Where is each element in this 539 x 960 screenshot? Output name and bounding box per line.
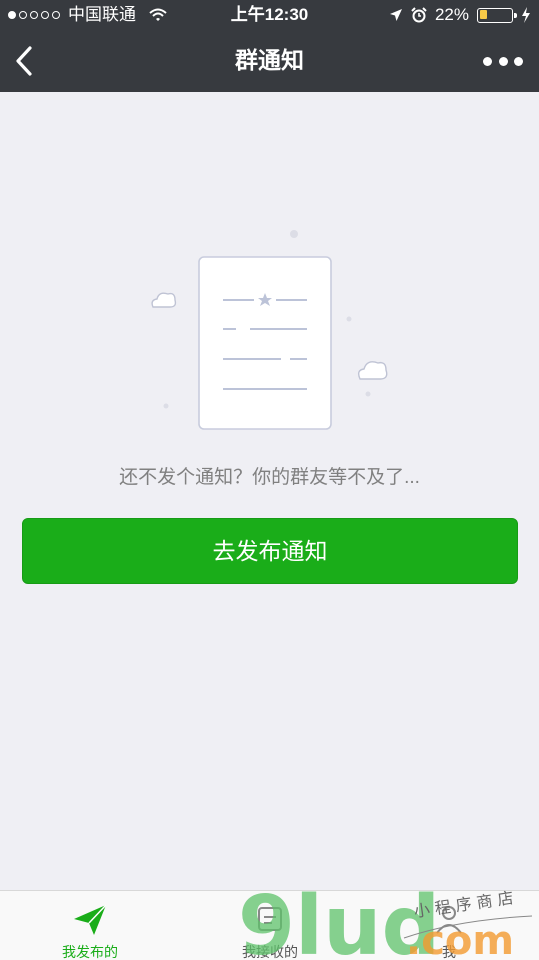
tab-published[interactable]: 我发布的 — [0, 891, 180, 960]
charging-bolt-icon — [522, 7, 530, 23]
person-icon — [436, 906, 462, 934]
top-bar: 中国联通 上午12:30 22% 群通知 — [0, 0, 539, 92]
inbox-icon — [258, 907, 282, 931]
tab-received[interactable]: 我接收的 — [180, 891, 360, 960]
nav-bar: 群通知 — [0, 30, 539, 92]
battery-level-fill — [479, 10, 487, 19]
page-title: 群通知 — [235, 47, 304, 73]
empty-state-message: 还不发个通知？你的群友等不及了... — [119, 467, 420, 488]
more-button[interactable] — [483, 50, 523, 72]
paper-plane-icon — [74, 904, 107, 935]
battery-percent: 22% — [434, 5, 469, 24]
document-with-star-icon — [151, 230, 388, 430]
publish-notice-button[interactable]: 去发布通知 — [22, 518, 518, 584]
tab-bar: 我发布的 我接收的 我 — [0, 890, 539, 960]
more-dots-icon — [483, 56, 492, 66]
tab-label: 我发布的 — [62, 944, 118, 960]
battery-icon — [477, 7, 517, 23]
cloud-right-icon — [357, 361, 388, 380]
location-arrow-icon — [389, 9, 402, 21]
tab-label: 我 — [442, 944, 456, 960]
tab-label: 我接收的 — [242, 944, 298, 960]
status-right: 22% — [389, 0, 531, 30]
cloud-left-icon — [151, 292, 177, 308]
tab-me[interactable]: 我 — [359, 891, 539, 960]
alarm-clock-icon — [411, 7, 427, 23]
status-bar: 中国联通 上午12:30 22% — [0, 0, 539, 30]
